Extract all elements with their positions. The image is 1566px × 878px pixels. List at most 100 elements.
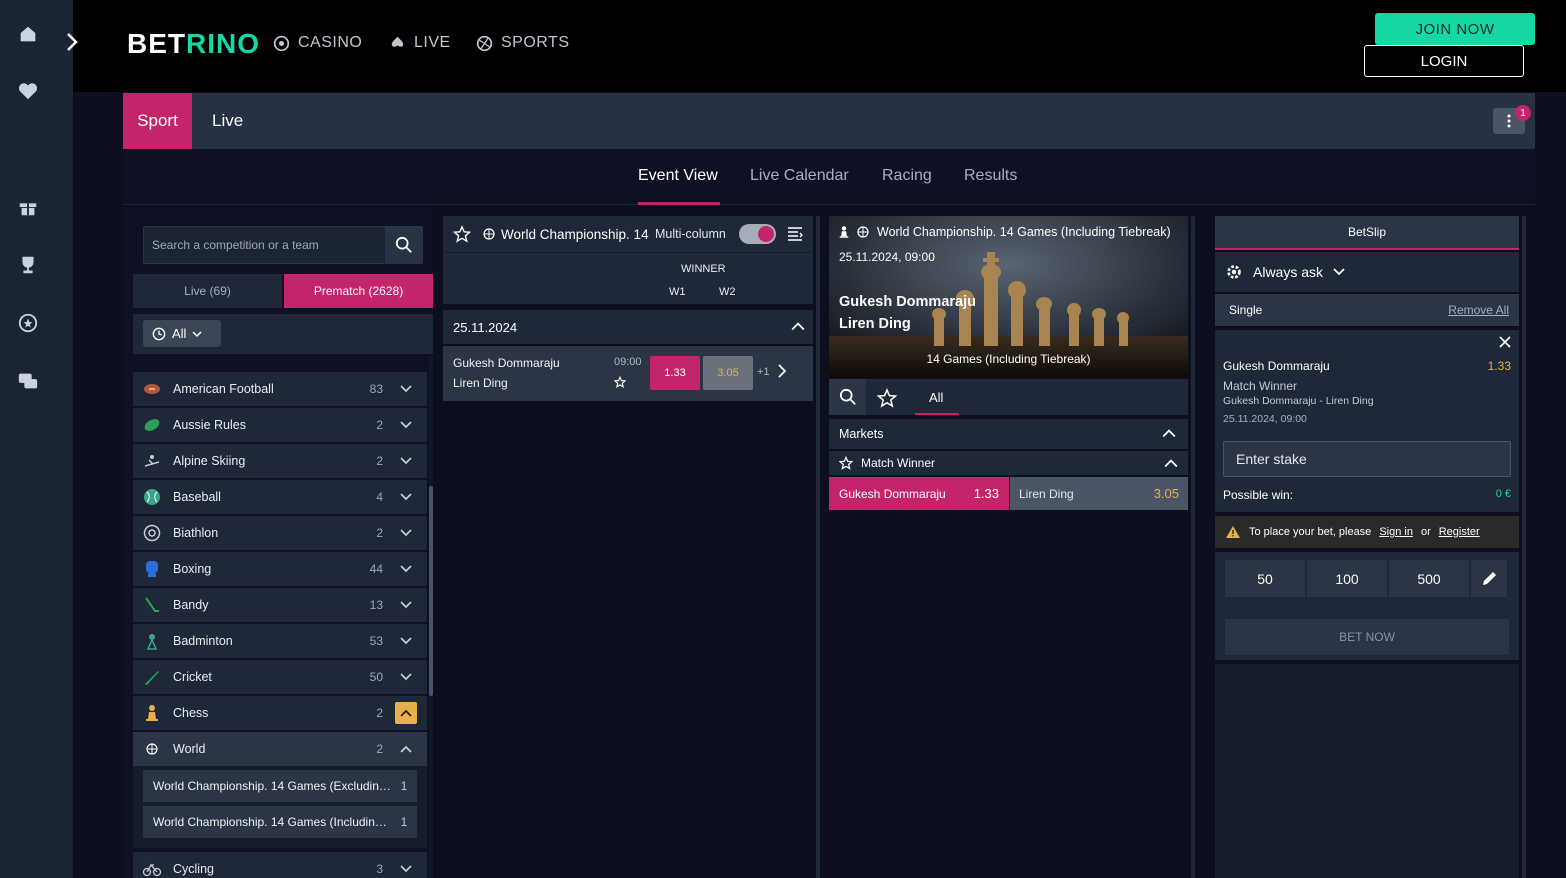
sport-row-cycling[interactable]: Cycling 3 [133, 852, 427, 878]
sport-row-chess[interactable]: Chess 2 [133, 696, 427, 730]
favorite-star-icon[interactable] [614, 376, 626, 388]
scrollbar-thumb[interactable] [429, 486, 433, 696]
chevron-up-icon[interactable] [395, 738, 417, 760]
star-badge-icon[interactable] [14, 309, 42, 337]
quick-stake-500[interactable]: 500 [1389, 560, 1469, 597]
search-icon[interactable] [385, 227, 422, 263]
sports-list: American Football 83 Aussie Rules 2 Alpine… [133, 356, 429, 878]
search-input[interactable]: Search a competition or a team [152, 238, 319, 252]
baseball-icon [143, 488, 161, 506]
join-now-button[interactable]: JOIN NOW [1375, 13, 1535, 45]
stake-input[interactable]: Enter stake [1223, 441, 1511, 477]
nav-casino[interactable]: CASINO [273, 34, 362, 52]
chevron-down-icon[interactable] [395, 414, 417, 436]
chevron-down-icon[interactable] [395, 858, 417, 878]
sport-row-american-football[interactable]: American Football 83 [133, 372, 427, 406]
team-1-name: Gukesh Dommaraju [453, 356, 560, 370]
chevron-down-icon[interactable] [395, 630, 417, 652]
gift-icon[interactable] [14, 193, 42, 221]
quick-stake-50[interactable]: 50 [1225, 560, 1305, 597]
tab-live-calendar[interactable]: Live Calendar [750, 167, 849, 185]
active-tab-indicator [915, 413, 959, 415]
tab-results[interactable]: Results [964, 167, 1017, 185]
login-button[interactable]: LOGIN [1364, 45, 1524, 77]
chevron-down-icon[interactable] [395, 558, 417, 580]
star-icon[interactable] [877, 388, 897, 408]
more-markets-count[interactable]: +1 [757, 366, 770, 378]
expand-rail-icon[interactable] [62, 30, 86, 56]
selection-team-1-button[interactable]: Gukesh Dommaraju 1.33 [829, 477, 1009, 510]
tab-sport[interactable]: Sport [123, 93, 192, 149]
top-bar: BETRINO CASINO LIVE SPORTS JOIN NOW LOGI… [73, 0, 1566, 92]
tab-live-count[interactable]: Live (69) [133, 274, 282, 308]
date-group-header[interactable]: 25.11.2024 [443, 310, 813, 344]
competition-item[interactable]: World Championship. 14 Games (Including … [143, 806, 417, 838]
selection-team-2-button[interactable]: Liren Ding 3.05 [1010, 477, 1188, 510]
nav-live[interactable]: LIVE [389, 34, 451, 52]
region-row-world[interactable]: World 2 [133, 732, 427, 766]
sport-row-cricket[interactable]: Cricket 50 [133, 660, 427, 694]
tab-racing[interactable]: Racing [882, 167, 932, 185]
sport-row-badminton[interactable]: Badminton 53 [133, 624, 427, 658]
odds-change-setting[interactable]: Always ask [1215, 252, 1519, 292]
quick-stake-100[interactable]: 100 [1307, 560, 1387, 597]
selection-market: Match Winner [1223, 379, 1298, 393]
chevron-up-icon[interactable] [395, 702, 417, 724]
sub-tabs: Event View Live Calendar Racing Results [123, 149, 1535, 205]
remove-all-link[interactable]: Remove All [1448, 303, 1509, 317]
close-icon[interactable] [1499, 336, 1511, 348]
sport-row-alpine-skiing[interactable]: Alpine Skiing 2 [133, 444, 427, 478]
odd-w2-button[interactable]: 3.05 [703, 356, 753, 390]
selection-date: 25.11.2024, 09:00 [1223, 413, 1307, 425]
bet-now-button[interactable]: BET NOW [1225, 619, 1509, 655]
sport-row-boxing[interactable]: Boxing 44 [133, 552, 427, 586]
sport-row-baseball[interactable]: Baseball 4 [133, 480, 427, 514]
sign-in-link[interactable]: Sign in [1379, 526, 1413, 538]
search-icon[interactable] [829, 379, 866, 415]
chevron-down-icon[interactable] [395, 450, 417, 472]
nav-sports[interactable]: SPORTS [476, 34, 570, 52]
trophy-icon[interactable] [14, 251, 42, 279]
list-view-icon [788, 227, 803, 241]
betslip-selection: Gukesh Dommaraju 1.33 Match Winner Gukes… [1215, 330, 1519, 512]
markets-header[interactable]: Markets [829, 419, 1188, 449]
w1-header: W1 [669, 286, 686, 298]
bandy-stick-icon [143, 596, 161, 614]
cricket-bat-icon [143, 668, 161, 686]
competition-list: World Championship. 14 Games (Excluding … [133, 766, 427, 848]
sports-ball-icon [476, 35, 493, 51]
chevron-down-icon[interactable] [395, 666, 417, 688]
register-link[interactable]: Register [1439, 526, 1480, 538]
chevron-down-icon[interactable] [395, 378, 417, 400]
sport-row-biathlon[interactable]: Biathlon 2 [133, 516, 427, 550]
competition-search[interactable]: Search a competition or a team [143, 226, 423, 264]
heart-icon[interactable] [14, 77, 42, 105]
chevron-down-icon[interactable] [395, 486, 417, 508]
match-winner-header[interactable]: Match Winner [829, 451, 1188, 475]
betslip-empty-area [1215, 664, 1519, 878]
tab-live[interactable]: Live [212, 93, 243, 149]
tab-event-view[interactable]: Event View [638, 167, 718, 185]
chevron-down-icon[interactable] [395, 594, 417, 616]
tab-prematch-count[interactable]: Prematch (2628) [284, 274, 433, 308]
match-row[interactable]: Gukesh Dommaraju Liren Ding 09:00 1.33 3… [443, 346, 813, 401]
chevron-up-icon [1162, 429, 1176, 438]
chevron-right-icon[interactable] [777, 363, 787, 379]
edit-stakes-button[interactable] [1471, 560, 1507, 597]
multicolumn-toggle[interactable] [739, 224, 776, 244]
home-icon[interactable] [14, 20, 42, 48]
bet-type-single[interactable]: Single [1229, 303, 1262, 317]
competition-item[interactable]: World Championship. 14 Games (Excluding … [143, 770, 417, 802]
betslip-title[interactable]: BetSlip [1215, 216, 1519, 250]
time-filter-dropdown[interactable]: All [143, 320, 221, 347]
clock-icon [152, 327, 166, 340]
pencil-icon [1483, 571, 1496, 585]
tab-all-markets[interactable]: All [929, 390, 943, 405]
sport-row-aussie-rules[interactable]: Aussie Rules 2 [133, 408, 427, 442]
odd-w1-button[interactable]: 1.33 [650, 356, 700, 390]
sport-row-bandy[interactable]: Bandy 13 [133, 588, 427, 622]
chevron-down-icon[interactable] [395, 522, 417, 544]
logo[interactable]: BETRINO [127, 28, 260, 60]
chat-icon[interactable] [14, 367, 42, 395]
notification-badge: 1 [1515, 105, 1531, 121]
